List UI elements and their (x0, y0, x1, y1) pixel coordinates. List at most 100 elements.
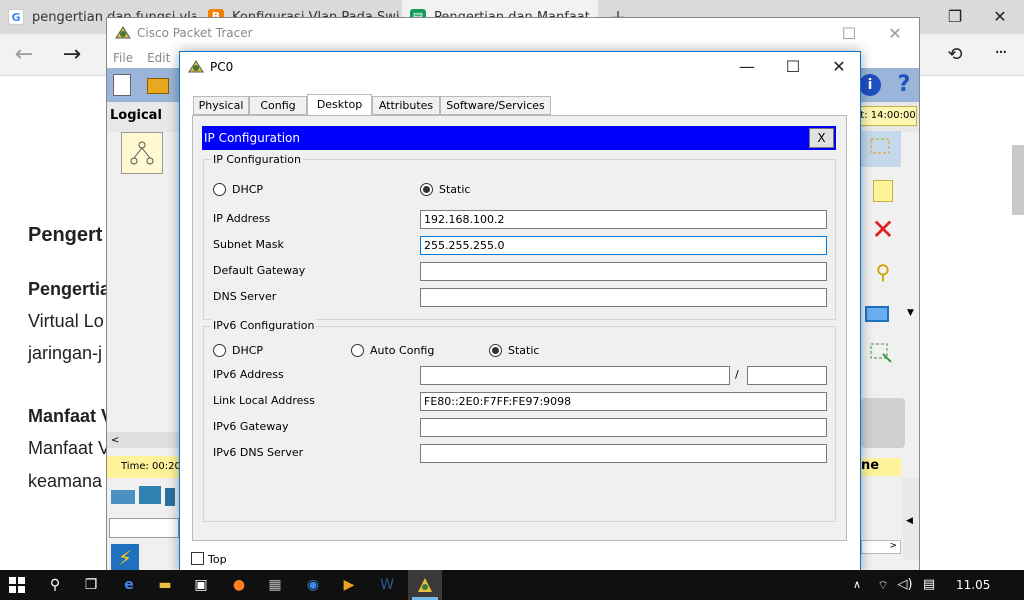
article-text: Manfaat V (28, 438, 111, 458)
dhcp-radio[interactable] (213, 183, 226, 196)
ipv6-dhcp-label: DHCP (232, 344, 264, 357)
top-checkbox[interactable] (191, 552, 204, 565)
ip-address-input[interactable]: 192.168.100.2 (420, 210, 827, 229)
pc0-dialog: PC0 — ☐ ✕ Physical Config Desktop Attrib… (179, 51, 861, 573)
article-text: jaringan-j (28, 343, 103, 363)
browser-close-button[interactable]: ✕ (980, 7, 1020, 26)
ipv6-gateway-label: IPv6 Gateway (213, 420, 289, 433)
windows-start-icon[interactable] (6, 575, 28, 595)
resize-shape-icon[interactable] (869, 342, 893, 364)
dhcp-label: DHCP (232, 183, 264, 196)
menu-edit[interactable]: Edit (147, 51, 170, 65)
ipv6-address-label: IPv6 Address (213, 368, 284, 381)
simulation-pdu-icon[interactable] (861, 398, 905, 448)
ipv6-address-input[interactable] (420, 366, 730, 385)
ipv6-static-label: Static (508, 344, 540, 357)
back-button[interactable]: ← (10, 42, 38, 67)
media-player-icon[interactable]: ▶ (338, 575, 360, 595)
new-file-icon[interactable] (113, 74, 131, 96)
edge-browser-icon[interactable]: e (118, 575, 140, 595)
ipv6-static-radio[interactable] (489, 344, 502, 357)
tab-attributes[interactable]: Attributes (372, 96, 440, 115)
ipv6-prefix-slash: / (735, 368, 739, 381)
dialog-close-button[interactable]: ✕ (822, 57, 856, 76)
forward-button[interactable]: → (58, 42, 86, 67)
subnet-mask-label: Subnet Mask (213, 238, 284, 251)
open-folder-icon[interactable] (147, 78, 169, 94)
article-heading: Pengert (28, 224, 103, 246)
chevron-up-icon[interactable]: ∧ (846, 575, 868, 595)
lightning-connections-icon[interactable]: ⚡ (111, 544, 139, 572)
tab-physical[interactable]: Physical (193, 96, 249, 115)
browser-restore-button[interactable]: ❐ (935, 7, 975, 26)
wifi-icon[interactable]: ⌔ (872, 575, 894, 595)
chevron-down-icon[interactable]: ▼ (907, 308, 917, 318)
ip-config-close-button[interactable]: X (809, 128, 834, 148)
ipv6-auto-config-radio[interactable] (351, 344, 364, 357)
dialog-title: PC0 (210, 60, 234, 74)
tab-desktop[interactable]: Desktop (307, 94, 372, 116)
info-icon[interactable]: i (859, 74, 881, 96)
google-icon: G (8, 9, 24, 25)
pt-close-button[interactable]: ✕ (877, 24, 913, 43)
clock-label: t: 14:00:00 (859, 106, 917, 126)
inspect-icon[interactable]: ⚲ (869, 260, 897, 288)
select-tool-icon[interactable] (861, 131, 901, 167)
tab-config[interactable]: Config (249, 96, 307, 115)
taskbar-clock[interactable]: 11.05 (956, 570, 990, 600)
dialog-minimize-button[interactable]: — (730, 57, 764, 76)
dns-server-input[interactable] (420, 288, 827, 307)
firefox-icon[interactable]: ● (228, 575, 250, 595)
link-local-address-input[interactable]: FE80::2E0:F7FF:FE97:9098 (420, 392, 827, 411)
notification-icon[interactable]: ▤ (918, 575, 940, 595)
menu-file[interactable]: File (113, 51, 133, 65)
packet-tracer-taskbar-button[interactable] (408, 570, 442, 600)
word-icon[interactable]: W (376, 575, 398, 595)
ipv6-dhcp-radio[interactable] (213, 344, 226, 357)
file-explorer-icon[interactable]: ▬ (154, 575, 176, 595)
task-view-icon[interactable]: ❐ (80, 575, 102, 595)
logical-view-icon[interactable] (121, 132, 163, 174)
dns-server-label: DNS Server (213, 290, 277, 303)
time-label: Time: 00:20 (107, 456, 181, 478)
dialog-maximize-button[interactable]: ☐ (776, 57, 810, 76)
device-search-box[interactable] (109, 518, 179, 538)
logical-label: Logical (110, 108, 162, 123)
pt-maximize-button[interactable]: ☐ (831, 24, 867, 43)
volume-icon[interactable]: ◁) (894, 575, 916, 595)
share-icon[interactable]: ⟲ (940, 44, 970, 65)
calculator-icon[interactable]: ▦ (264, 575, 286, 595)
ipv6-gateway-input[interactable] (420, 418, 827, 437)
ip-address-label: IP Address (213, 212, 271, 225)
packet-tracer-logo-icon (115, 26, 131, 40)
windows-taskbar: ⚲ ❐ e ▬ ▣ ● ▦ ◉ ▶ W ∧ ⌔ ◁) ▤ 11.05 (0, 570, 1024, 600)
device-type-icons[interactable] (109, 482, 179, 510)
ipv4-group-title: IP Configuration (211, 153, 303, 166)
draw-rectangle-icon[interactable] (865, 306, 889, 322)
top-checkbox-label: Top (208, 553, 227, 566)
right-hscroll-arrow[interactable]: > (861, 540, 901, 554)
pt-titlebar: Cisco Packet Tracer ☐ ✕ (107, 18, 919, 48)
workspace-hscrollbar[interactable]: < (107, 432, 181, 448)
ipv6-prefix-input[interactable] (747, 366, 827, 385)
page-scrollbar[interactable] (1012, 145, 1024, 215)
default-gateway-label: Default Gateway (213, 264, 306, 277)
subnet-mask-input[interactable]: 255.255.255.0 (420, 236, 827, 255)
static-radio[interactable] (420, 183, 433, 196)
tab-software-services[interactable]: Software/Services (440, 96, 551, 115)
ip-config-titlebar: IP Configuration (202, 126, 836, 150)
more-button[interactable]: ··· (985, 42, 1015, 63)
packet-tracer-logo-icon (188, 60, 204, 74)
store-icon[interactable]: ▣ (190, 575, 212, 595)
ipv6-dns-server-input[interactable] (420, 444, 827, 463)
article-subheading: Pengertia (28, 279, 111, 299)
search-icon[interactable]: ⚲ (44, 575, 66, 595)
right-vscrollbar[interactable]: ◀ (903, 478, 919, 560)
note-icon[interactable] (873, 180, 893, 202)
link-local-address-label: Link Local Address (213, 394, 315, 407)
default-gateway-input[interactable] (420, 262, 827, 281)
delete-icon[interactable]: ✕ (869, 216, 897, 244)
help-icon[interactable]: ? (893, 72, 915, 98)
app-icon[interactable]: ◉ (302, 575, 324, 595)
pt-title: Cisco Packet Tracer (137, 26, 253, 40)
